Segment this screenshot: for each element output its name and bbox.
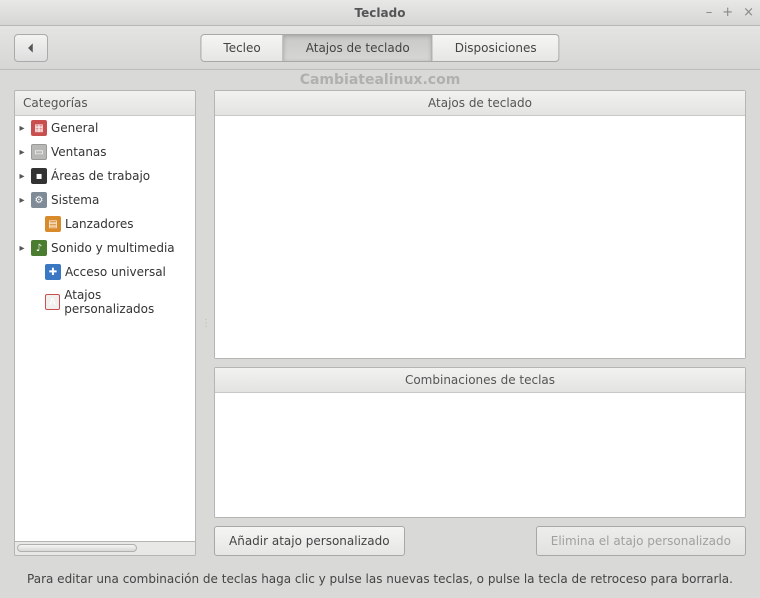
accessibility-icon: ✚	[45, 264, 61, 280]
combos-panel: Combinaciones de teclas	[214, 367, 746, 518]
horizontal-scrollbar[interactable]	[14, 542, 196, 556]
tab-disposiciones[interactable]: Disposiciones	[433, 34, 560, 62]
window-title: Teclado	[355, 6, 406, 20]
watermark-text: Cambiatealinux.com	[0, 72, 760, 90]
launchers-icon: ▤	[45, 216, 61, 232]
category-list[interactable]: ▸ ▦ General ▸ ▭ Ventanas ▸ ▪ Áreas de trabajo ▸ ⚙ S…	[14, 116, 196, 542]
sidebar-item-sistema[interactable]: ▸ ⚙ Sistema	[15, 188, 195, 212]
sidebar-item-label: Lanzadores	[65, 217, 134, 231]
sidebar-item-label: Atajos personalizados	[64, 288, 191, 316]
content-area: Categorías ▸ ▦ General ▸ ▭ Ventanas ▸ ▪ Áreas de…	[0, 90, 760, 564]
minimize-icon[interactable]: –	[706, 5, 713, 20]
shortcuts-panel: Atajos de teclado	[214, 90, 746, 359]
sidebar-item-label: Sonido y multimedia	[51, 241, 175, 255]
sidebar-item-sonido-y-multimedia[interactable]: ▸ ♪ Sonido y multimedia	[15, 236, 195, 260]
sidebar-item-atajos-personalizados[interactable]: AAtajos personalizados	[15, 284, 195, 320]
workspaces-icon: ▪	[31, 168, 47, 184]
remove-shortcut-button: Elimina el atajo personalizado	[536, 526, 746, 556]
sidebar-item-label: Áreas de trabajo	[51, 169, 150, 183]
expand-arrow-icon: ▸	[17, 195, 27, 206]
general-icon: ▦	[31, 120, 47, 136]
add-shortcut-button[interactable]: Añadir atajo personalizado	[214, 526, 405, 556]
main-panel: Atajos de teclado Combinaciones de tecla…	[214, 90, 746, 556]
scrollbar-thumb[interactable]	[17, 544, 137, 552]
sidebar-item-label: Ventanas	[51, 145, 107, 159]
expand-arrow-icon: ▸	[17, 147, 27, 158]
combos-panel-header: Combinaciones de teclas	[215, 368, 745, 393]
sidebar-item-label: General	[51, 121, 98, 135]
back-button[interactable]	[14, 34, 48, 62]
sidebar-header: Categorías	[14, 90, 196, 116]
system-icon: ⚙	[31, 192, 47, 208]
sidebar-item-general[interactable]: ▸ ▦ General	[15, 116, 195, 140]
combos-list[interactable]	[215, 393, 745, 517]
sidebar-item-lanzadores[interactable]: ▤ Lanzadores	[15, 212, 195, 236]
custom-shortcuts-icon: A	[45, 294, 61, 310]
tab-tecleo[interactable]: Tecleo	[200, 34, 283, 62]
title-bar: Teclado – + ×	[0, 0, 760, 26]
sidebar-item-label: Acceso universal	[65, 265, 166, 279]
toolbar: TecleoAtajos de tecladoDisposiciones	[0, 26, 760, 70]
expand-arrow-icon: ▸	[17, 171, 27, 182]
arrow-left-icon	[24, 41, 38, 55]
windows-icon: ▭	[31, 144, 47, 160]
sidebar-item-acceso-universal[interactable]: ✚ Acceso universal	[15, 260, 195, 284]
sidebar-item-ventanas[interactable]: ▸ ▭ Ventanas	[15, 140, 195, 164]
pane-splitter[interactable]: ⋮	[202, 90, 208, 556]
shortcuts-panel-header: Atajos de teclado	[215, 91, 745, 116]
button-row: Añadir atajo personalizado Elimina el at…	[214, 526, 746, 556]
footer-hint: Para editar una combinación de teclas ha…	[0, 564, 760, 598]
shortcuts-list[interactable]	[215, 116, 745, 358]
window-controls: – + ×	[706, 0, 754, 25]
multimedia-icon: ♪	[31, 240, 47, 256]
maximize-icon[interactable]: +	[722, 5, 733, 20]
sidebar: Categorías ▸ ▦ General ▸ ▭ Ventanas ▸ ▪ Áreas de…	[14, 90, 196, 556]
expand-arrow-icon: ▸	[17, 123, 27, 134]
expand-arrow-icon: ▸	[17, 243, 27, 254]
tab-atajos-de-teclado[interactable]: Atajos de teclado	[284, 34, 433, 62]
sidebar-item-label: Sistema	[51, 193, 99, 207]
close-icon[interactable]: ×	[743, 5, 754, 20]
sidebar-item--reas-de-trabajo[interactable]: ▸ ▪ Áreas de trabajo	[15, 164, 195, 188]
tab-bar: TecleoAtajos de tecladoDisposiciones	[200, 34, 559, 62]
